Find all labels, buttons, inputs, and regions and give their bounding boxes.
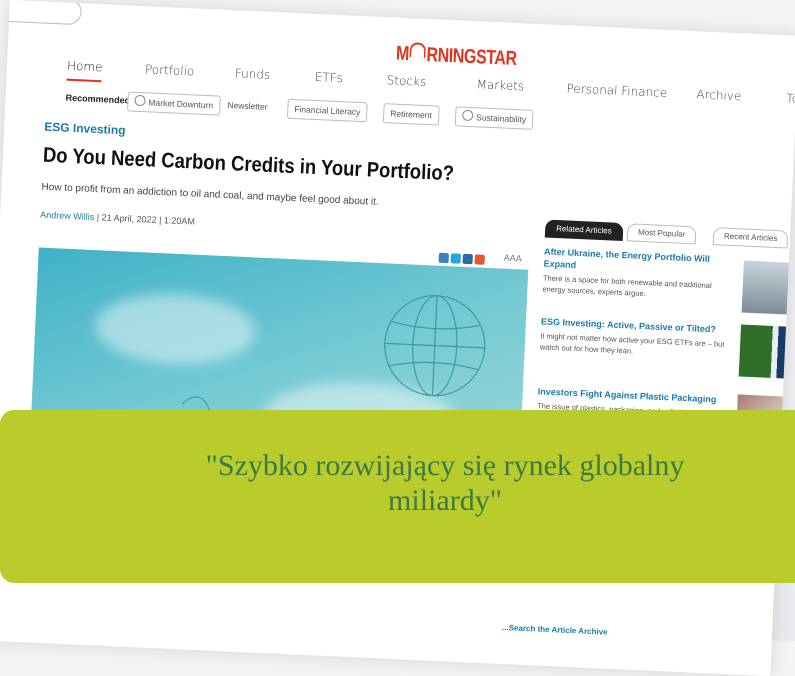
chip-label: Newsletter: [227, 99, 268, 112]
recommended-label: Recommended: [65, 92, 131, 106]
nav-personal-finance[interactable]: Personal Finance: [566, 81, 667, 100]
nav-archive[interactable]: Archive: [696, 87, 741, 103]
article-thumbnail[interactable]: [741, 260, 795, 316]
chip-label: Market Downturn: [148, 97, 214, 111]
caption-quote: "Szybko rozwijający się rynek globalny m…: [50, 448, 795, 518]
facebook-icon[interactable]: [438, 252, 449, 264]
sidebar-article[interactable]: ESG Investing: Active, Passive or Tilted…: [540, 315, 731, 361]
sidebar: Related Articles Most Popular Recent Art…: [537, 219, 795, 450]
email-icon[interactable]: [474, 254, 485, 265]
circle-icon: [134, 94, 146, 107]
twitter-icon[interactable]: [450, 253, 461, 264]
publish-date: 21 April, 2022 | 1:20AM: [101, 212, 196, 227]
caption-line-1: "Szybko rozwijający się rynek globalny: [205, 449, 685, 482]
article-subtitle: How to profit from an addiction to oil a…: [41, 181, 379, 208]
author-link[interactable]: Andrew Willis: [40, 210, 94, 222]
byline: Andrew Willis | 21 April, 2022 | 1:20AM: [40, 210, 195, 227]
logo-ring-icon: [409, 42, 427, 59]
caption-line-2: miliardy": [388, 484, 502, 517]
chip-label: Sustainability: [475, 112, 527, 125]
nav-markets[interactable]: Markets: [476, 77, 524, 93]
chip-market-downturn[interactable]: Market Downturn: [127, 91, 221, 116]
search-archive-link[interactable]: ...Search the Article Archive: [502, 623, 608, 637]
chip-sustainability[interactable]: Sustainability: [454, 106, 534, 130]
nav-home[interactable]: Home: [66, 58, 103, 83]
logo-prefix: M: [395, 42, 410, 66]
font-size-control[interactable]: AAA: [504, 253, 522, 264]
nav-portfolio[interactable]: Portfolio: [145, 62, 195, 78]
sidebar-article[interactable]: After Ukraine, the Energy Portfolio Will…: [542, 245, 734, 303]
chip-label: Financial Literacy: [294, 104, 361, 118]
article-title: Do You Need Carbon Credits in Your Portf…: [42, 143, 455, 186]
search-box[interactable]: [0, 0, 83, 26]
globe-icon: [461, 109, 474, 122]
article-thumbnail[interactable]: [738, 324, 795, 380]
nav-to[interactable]: To: [786, 91, 795, 106]
chip-newsletter[interactable]: Newsletter: [221, 95, 274, 117]
linkedin-icon[interactable]: [462, 253, 473, 265]
nav-etfs[interactable]: ETFs: [315, 70, 344, 85]
tab-most-popular[interactable]: Most Popular: [626, 223, 697, 245]
sidebar-article-desc: There is a space for both renewable and …: [542, 273, 712, 299]
chip-label: Retirement: [390, 108, 433, 121]
nav-funds[interactable]: Funds: [235, 66, 271, 82]
nav-stocks[interactable]: Stocks: [386, 73, 426, 89]
chip-retirement[interactable]: Retirement: [382, 103, 440, 126]
sidebar-article-desc: It might not matter how active your ESG …: [539, 331, 725, 356]
section-label[interactable]: ESG Investing: [44, 120, 126, 138]
tab-related-articles[interactable]: Related Articles: [544, 219, 624, 242]
sidebar-tabs: Related Articles Most Popular Recent Art…: [544, 219, 795, 250]
tab-recent-articles[interactable]: Recent Articles: [712, 227, 789, 249]
logo-suffix: RNINGSTAR: [425, 43, 518, 71]
chip-financial-literacy[interactable]: Financial Literacy: [286, 98, 368, 123]
